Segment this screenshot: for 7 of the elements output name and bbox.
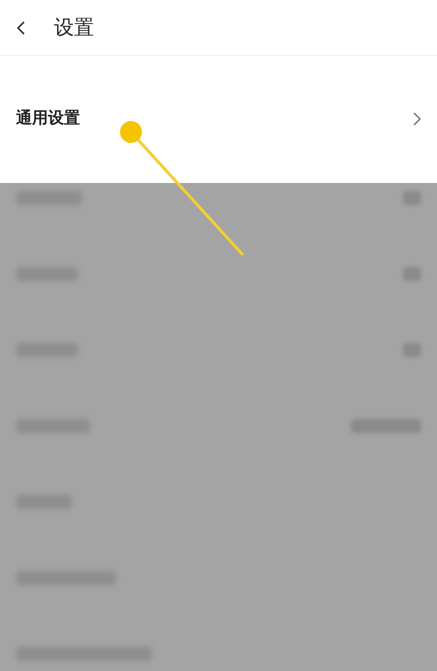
row-label: 通用设置 [16, 108, 80, 129]
blurred-icon [351, 419, 421, 433]
blurred-icon [403, 191, 421, 205]
blurred-icon [403, 343, 421, 357]
blurred-icon [403, 267, 421, 281]
page-title: 设置 [54, 16, 94, 40]
chevron-icon [413, 112, 421, 126]
